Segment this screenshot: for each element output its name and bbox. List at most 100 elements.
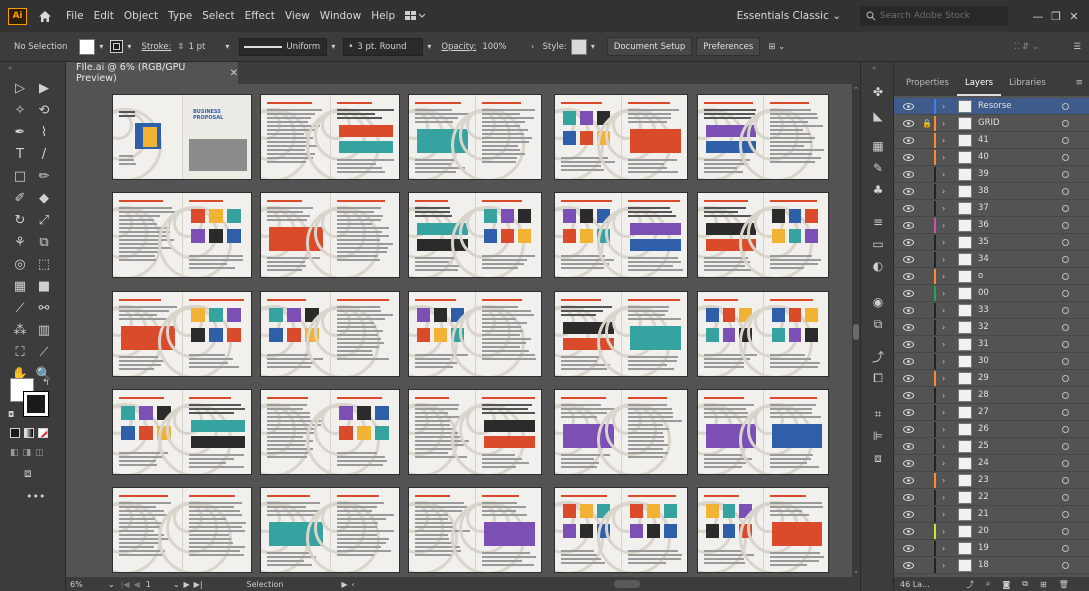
layer-name[interactable]: Resorse (978, 101, 1012, 111)
home-icon[interactable] (37, 8, 53, 24)
none-mode-icon[interactable] (38, 428, 48, 438)
artboard-spread[interactable] (408, 94, 542, 180)
magic-wand-tool-icon[interactable]: ✧ (10, 100, 30, 120)
chevron-right-icon[interactable]: › (942, 272, 945, 281)
menu-edit[interactable]: Edit (89, 0, 119, 32)
eye-icon[interactable] (902, 458, 914, 468)
new-layer-icon[interactable]: ⊞ (1040, 580, 1047, 589)
last-artboard-icon[interactable]: ▶| (194, 580, 203, 589)
first-artboard-icon[interactable]: |◀ (121, 580, 130, 589)
layer-name[interactable]: 36 (978, 220, 989, 230)
artboard-spread[interactable] (697, 192, 829, 278)
artboard-spread[interactable] (697, 389, 829, 475)
eyedropper-tool-icon[interactable]: ⟋ (10, 298, 30, 318)
align-panel-icon[interactable]: ⊫ (870, 428, 886, 444)
chevron-right-icon[interactable]: › (942, 255, 945, 264)
layer-row[interactable]: › 22 (894, 489, 1089, 506)
target-circle-icon[interactable] (1062, 238, 1069, 246)
target-circle-icon[interactable] (1062, 510, 1069, 518)
chevron-right-icon[interactable]: › (942, 119, 945, 128)
target-circle-icon[interactable] (1062, 527, 1069, 535)
chevron-right-icon[interactable]: › (942, 306, 945, 315)
layer-row[interactable]: › 38 (894, 183, 1089, 200)
swatches-icon[interactable]: ▦ (870, 138, 886, 154)
artboard-spread[interactable] (260, 94, 400, 180)
layer-row[interactable]: › 30 (894, 353, 1089, 370)
target-circle-icon[interactable] (1062, 459, 1069, 467)
blend-tool-icon[interactable]: ⚯ (34, 298, 54, 318)
draw-inside-icon[interactable]: ◫ (35, 448, 44, 458)
chevron-down-icon[interactable]: ▾ (221, 39, 233, 55)
layer-row[interactable]: › Resorse (894, 98, 1089, 115)
layer-row[interactable]: › 33 (894, 302, 1089, 319)
layer-row[interactable]: 🔒 › GRID (894, 115, 1089, 132)
warp-tool-icon[interactable]: ⚘ (10, 232, 30, 252)
chevron-right-icon[interactable]: › (942, 476, 945, 485)
target-circle-icon[interactable] (1062, 102, 1069, 110)
artboard-tool-icon[interactable]: ⛶ (10, 342, 30, 362)
column-graph-tool-icon[interactable]: ▥ (34, 320, 54, 340)
artboards-icon[interactable]: ⧠ (870, 370, 886, 386)
eye-icon[interactable] (902, 526, 914, 536)
eye-icon[interactable] (902, 407, 914, 417)
artboard-spread[interactable] (408, 192, 542, 278)
chevron-right-icon[interactable]: › (942, 561, 945, 570)
clipping-mask-icon[interactable]: ◙ (1002, 580, 1010, 589)
eye-icon[interactable] (902, 339, 914, 349)
draw-behind-icon[interactable]: ◨ (23, 448, 32, 458)
eye-icon[interactable] (902, 152, 914, 162)
eye-icon[interactable] (902, 254, 914, 264)
target-circle-icon[interactable] (1062, 170, 1069, 178)
eye-icon[interactable] (902, 186, 914, 196)
edit-toolbar-icon[interactable]: ••• (26, 490, 45, 503)
chevron-right-icon[interactable]: › (942, 170, 945, 179)
chevron-right-icon[interactable]: › (942, 340, 945, 349)
horizontal-scrollbar-thumb[interactable] (614, 580, 640, 588)
eye-icon[interactable] (902, 424, 914, 434)
close-window-button[interactable]: ✕ (1065, 7, 1083, 25)
layer-name[interactable]: 29 (978, 373, 989, 383)
layer-name[interactable]: 24 (978, 458, 989, 468)
slice-tool-icon[interactable]: ⟋ (34, 342, 54, 362)
symbol-sprayer-tool-icon[interactable]: ⁂ (10, 320, 30, 340)
target-circle-icon[interactable] (1062, 476, 1069, 484)
chevron-right-icon[interactable]: › (942, 357, 945, 366)
chevron-right-icon[interactable]: › (942, 510, 945, 519)
layer-name[interactable]: 00 (978, 288, 989, 298)
new-sublayer-icon[interactable]: ⧉ (1022, 579, 1028, 589)
chevron-right-icon[interactable]: › (942, 323, 945, 332)
layer-row[interactable]: › 00 (894, 285, 1089, 302)
paintbrush-tool-icon[interactable]: ✏ (34, 166, 54, 186)
screen-mode-icon[interactable]: ⧈ (24, 466, 32, 481)
canvas[interactable]: BUSINESS PROPOSAL (66, 84, 852, 577)
chevron-right-icon[interactable]: › (942, 153, 945, 162)
layer-row[interactable]: › 32 (894, 319, 1089, 336)
target-circle-icon[interactable] (1062, 187, 1069, 195)
swap-icon[interactable]: ↰ (42, 378, 50, 388)
layer-name[interactable]: 32 (978, 322, 989, 332)
stock-search-input[interactable]: Search Adobe Stock (859, 6, 1009, 26)
document-setup-button[interactable]: Document Setup (606, 37, 693, 56)
eye-icon[interactable] (902, 101, 914, 111)
arrange-documents-icon[interactable] (404, 10, 426, 22)
symbols-icon[interactable]: ♣ (870, 182, 886, 198)
chevron-right-icon[interactable]: › (942, 527, 945, 536)
artboard-spread[interactable] (112, 192, 252, 278)
export-icon[interactable]: ⤴ (870, 348, 886, 364)
color-panel-icon[interactable]: ✤ (870, 84, 886, 100)
stroke-panel-icon[interactable]: ≡ (870, 214, 886, 230)
layer-name[interactable]: 27 (978, 407, 989, 417)
artboard-spread[interactable] (697, 291, 829, 377)
chevron-down-icon[interactable]: ▾ (587, 39, 599, 55)
eye-icon[interactable] (902, 305, 914, 315)
eye-icon[interactable] (902, 169, 914, 179)
layer-row[interactable]: › 23 (894, 472, 1089, 489)
opacity-field[interactable]: 100% (482, 42, 506, 52)
target-circle-icon[interactable] (1062, 153, 1069, 161)
layer-name[interactable]: 28 (978, 390, 989, 400)
chevron-right-icon[interactable]: › (527, 39, 539, 55)
eye-icon[interactable] (902, 237, 914, 247)
artboard-spread[interactable] (260, 291, 400, 377)
fill-swatch[interactable] (79, 38, 96, 55)
brushes-icon[interactable]: ✎ (870, 160, 886, 176)
